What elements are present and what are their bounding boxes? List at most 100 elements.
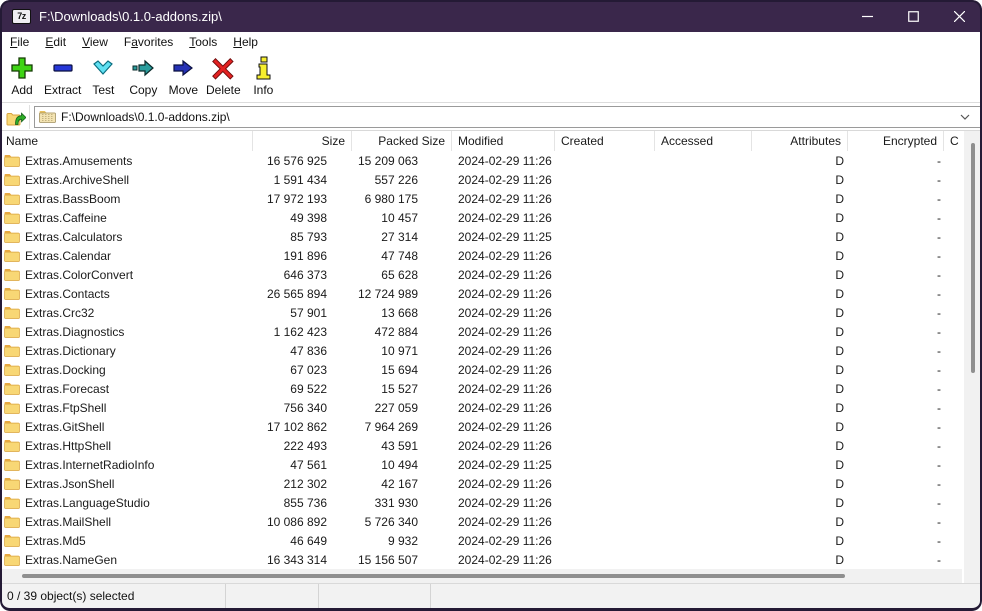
delete-button[interactable]: Delete: [203, 54, 243, 97]
close-button[interactable]: [936, 0, 982, 32]
file-name: Extras.MailShell: [25, 515, 111, 529]
folder-icon: [4, 496, 20, 509]
column-header-created[interactable]: Created: [555, 131, 655, 151]
file-packed-size: 27 314: [352, 230, 452, 244]
file-packed-size: 557 226: [352, 173, 452, 187]
file-row[interactable]: Extras.NameGen 16 343 314 15 156 507 202…: [0, 550, 982, 569]
horizontal-scrollbar[interactable]: [0, 569, 962, 583]
file-modified: 2024-02-29 11:26: [452, 420, 555, 434]
add-label: Add: [11, 83, 32, 97]
file-row[interactable]: Extras.Forecast 69 522 15 527 2024-02-29…: [0, 379, 982, 398]
file-attributes: D: [752, 173, 848, 187]
vertical-scrollbar[interactable]: [964, 131, 982, 583]
file-attributes: D: [752, 439, 848, 453]
file-packed-size: 15 527: [352, 382, 452, 396]
folder-icon: [4, 420, 20, 433]
add-button[interactable]: Add: [2, 54, 42, 97]
file-size: 1 162 423: [253, 325, 352, 339]
close-icon: [954, 11, 965, 22]
file-modified: 2024-02-29 11:26: [452, 154, 555, 168]
file-name: Extras.HttpShell: [25, 439, 111, 453]
file-row[interactable]: Extras.ColorConvert 646 373 65 628 2024-…: [0, 265, 982, 284]
file-attributes: D: [752, 325, 848, 339]
info-label: Info: [253, 83, 273, 97]
column-header-packed-size[interactable]: Packed Size: [352, 131, 452, 151]
file-row[interactable]: Extras.Crc32 57 901 13 668 2024-02-29 11…: [0, 303, 982, 322]
column-header-overflow[interactable]: C: [944, 131, 962, 151]
up-one-level-button[interactable]: [2, 105, 30, 129]
folder-icon: [4, 230, 20, 243]
file-size: 46 649: [253, 534, 352, 548]
file-size: 67 023: [253, 363, 352, 377]
menu-item[interactable]: Help: [225, 34, 266, 50]
delete-x-icon: [209, 54, 237, 82]
file-row[interactable]: Extras.Calculators 85 793 27 314 2024-02…: [0, 227, 982, 246]
file-row[interactable]: Extras.Calendar 191 896 47 748 2024-02-2…: [0, 246, 982, 265]
move-button[interactable]: Move: [163, 54, 203, 97]
file-size: 855 736: [253, 496, 352, 510]
file-row[interactable]: Extras.Md5 46 649 9 932 2024-02-29 11:26…: [0, 531, 982, 550]
file-row[interactable]: Extras.BassBoom 17 972 193 6 980 175 202…: [0, 189, 982, 208]
test-button[interactable]: Test: [83, 54, 123, 97]
column-header-name[interactable]: Name: [0, 131, 253, 151]
column-header-modified[interactable]: Modified: [452, 131, 555, 151]
title-bar[interactable]: 7z F:\Downloads\0.1.0-addons.zip\: [0, 0, 982, 32]
selection-status: 0 / 39 object(s) selected: [0, 584, 225, 608]
status-panel-2: [225, 584, 318, 608]
path-input[interactable]: [61, 110, 954, 124]
file-name: Extras.LanguageStudio: [25, 496, 150, 510]
file-packed-size: 65 628: [352, 268, 452, 282]
file-row[interactable]: Extras.Diagnostics 1 162 423 472 884 202…: [0, 322, 982, 341]
file-row[interactable]: Extras.LanguageStudio 855 736 331 930 20…: [0, 493, 982, 512]
file-size: 1 591 434: [253, 173, 352, 187]
file-row[interactable]: Extras.InternetRadioInfo 47 561 10 494 2…: [0, 455, 982, 474]
file-row[interactable]: Extras.Dictionary 47 836 10 971 2024-02-…: [0, 341, 982, 360]
file-encrypted: -: [848, 325, 944, 339]
info-button[interactable]: Info: [243, 54, 283, 97]
file-encrypted: -: [848, 458, 944, 472]
folder-icon: [4, 344, 20, 357]
toolbar: Add Extract Test Copy Move: [0, 51, 982, 103]
file-attributes: D: [752, 306, 848, 320]
folder-icon: [4, 553, 20, 566]
file-row[interactable]: Extras.HttpShell 222 493 43 591 2024-02-…: [0, 436, 982, 455]
file-row[interactable]: Extras.Docking 67 023 15 694 2024-02-29 …: [0, 360, 982, 379]
file-row[interactable]: Extras.MailShell 10 086 892 5 726 340 20…: [0, 512, 982, 531]
file-packed-size: 10 457: [352, 211, 452, 225]
file-row[interactable]: Extras.Caffeine 49 398 10 457 2024-02-29…: [0, 208, 982, 227]
file-row[interactable]: Extras.GitShell 17 102 862 7 964 269 202…: [0, 417, 982, 436]
copy-label: Copy: [129, 83, 157, 97]
path-combobox[interactable]: [34, 106, 981, 128]
column-header-size[interactable]: Size: [253, 131, 352, 151]
file-row[interactable]: Extras.FtpShell 756 340 227 059 2024-02-…: [0, 398, 982, 417]
menu-item[interactable]: Edit: [37, 34, 74, 50]
file-row[interactable]: Extras.JsonShell 212 302 42 167 2024-02-…: [0, 474, 982, 493]
chevron-down-icon[interactable]: [954, 114, 976, 120]
file-row[interactable]: Extras.ArchiveShell 1 591 434 557 226 20…: [0, 170, 982, 189]
column-header-accessed[interactable]: Accessed: [655, 131, 752, 151]
file-row[interactable]: Extras.Amusements 16 576 925 15 209 063 …: [0, 151, 982, 170]
extract-button[interactable]: Extract: [42, 54, 83, 97]
menu-item[interactable]: File: [2, 34, 37, 50]
menu-item[interactable]: View: [74, 34, 116, 50]
file-modified: 2024-02-29 11:26: [452, 363, 555, 377]
maximize-icon: [908, 11, 919, 22]
file-row[interactable]: Extras.Contacts 26 565 894 12 724 989 20…: [0, 284, 982, 303]
file-packed-size: 12 724 989: [352, 287, 452, 301]
horizontal-scrollbar-thumb[interactable]: [22, 574, 845, 578]
file-encrypted: -: [848, 496, 944, 510]
file-packed-size: 331 930: [352, 496, 452, 510]
file-modified: 2024-02-29 11:26: [452, 287, 555, 301]
minimize-button[interactable]: [844, 0, 890, 32]
menu-item[interactable]: Tools: [181, 34, 225, 50]
file-packed-size: 47 748: [352, 249, 452, 263]
menu-item[interactable]: Favorites: [116, 34, 181, 50]
copy-button[interactable]: Copy: [123, 54, 163, 97]
file-attributes: D: [752, 458, 848, 472]
file-packed-size: 5 726 340: [352, 515, 452, 529]
column-header-encrypted[interactable]: Encrypted: [848, 131, 944, 151]
file-name: Extras.Diagnostics: [25, 325, 124, 339]
vertical-scrollbar-thumb[interactable]: [971, 143, 975, 373]
column-header-attributes[interactable]: Attributes: [752, 131, 848, 151]
maximize-button[interactable]: [890, 0, 936, 32]
